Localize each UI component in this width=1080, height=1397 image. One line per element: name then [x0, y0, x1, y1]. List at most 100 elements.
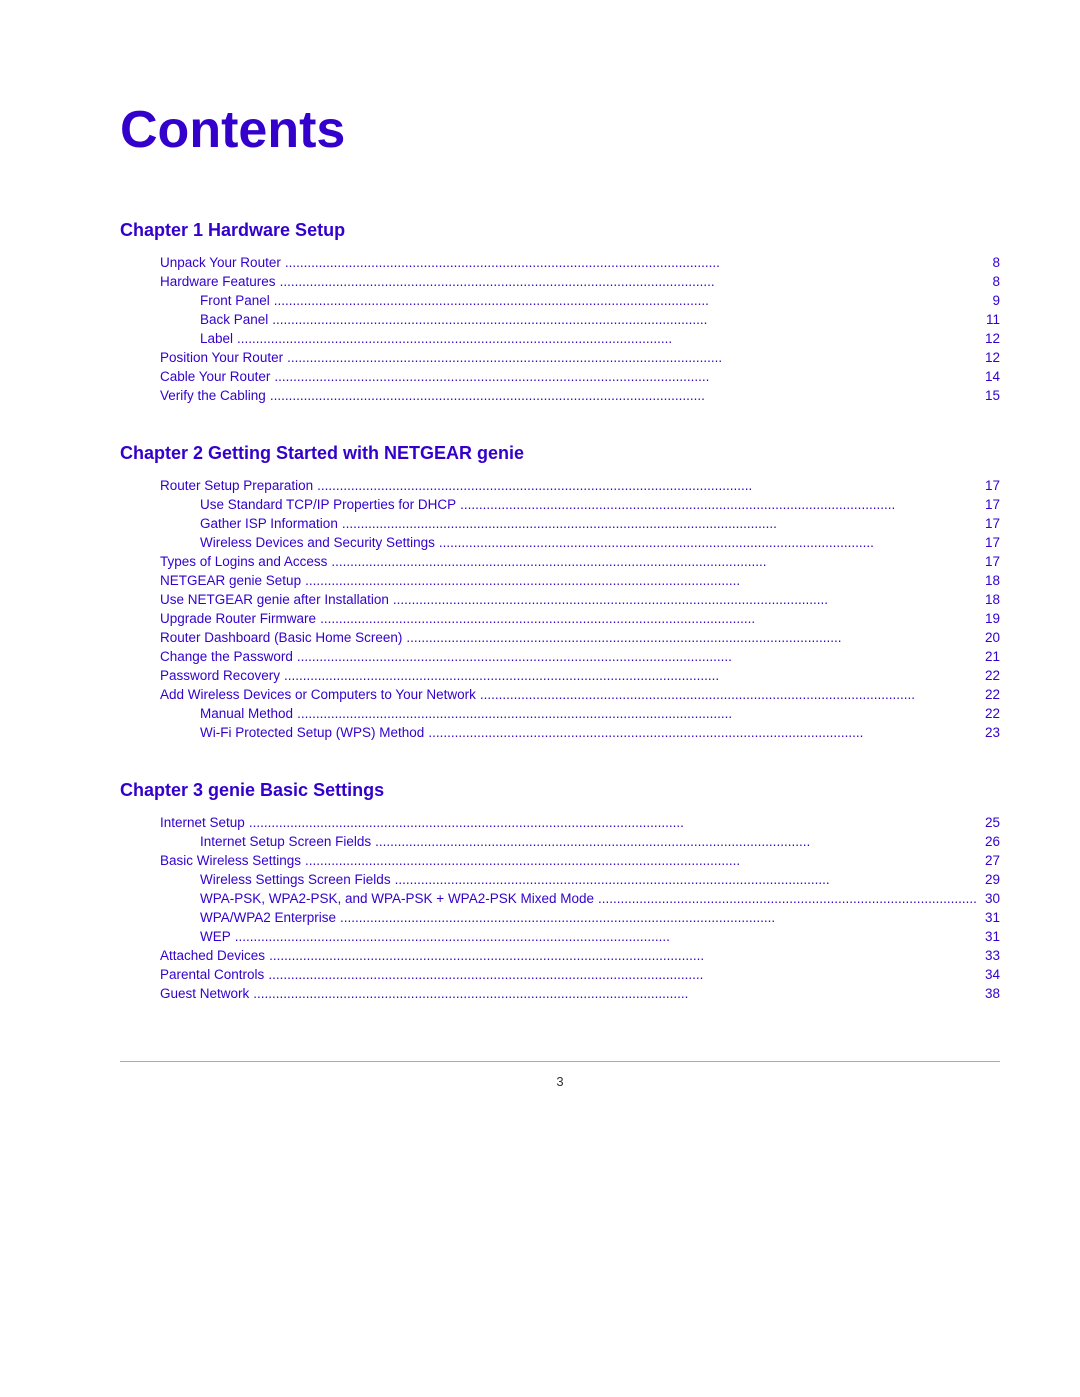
toc-entry-page: 15	[980, 388, 1000, 403]
toc-entry[interactable]: Front Panel ............................…	[120, 293, 1000, 308]
toc-entry-title: Internet Setup Screen Fields	[200, 834, 371, 849]
chapter2-section: Chapter 2 Getting Started with NETGEAR g…	[120, 443, 1000, 740]
toc-entry-dots: ........................................…	[406, 630, 976, 645]
toc-entry-title: Attached Devices	[160, 948, 265, 963]
toc-entry-dots: ........................................…	[317, 478, 976, 493]
toc-entry[interactable]: Router Setup Preparation ...............…	[120, 478, 1000, 493]
toc-entry-dots: ........................................…	[268, 967, 976, 982]
toc-container: Chapter 1 Hardware Setup Unpack Your Rout…	[120, 220, 1000, 1001]
toc-entry[interactable]: Manual Method ..........................…	[120, 706, 1000, 721]
toc-entry[interactable]: WEP ....................................…	[120, 929, 1000, 944]
toc-entry-title: Wireless Devices and Security Settings	[200, 535, 435, 550]
toc-entry-dots: ........................................…	[305, 853, 976, 868]
toc-entry[interactable]: WPA/WPA2 Enterprise ....................…	[120, 910, 1000, 925]
page-number: 3	[120, 1074, 1000, 1089]
toc-entry[interactable]: Label ..................................…	[120, 331, 1000, 346]
toc-entry-page: 33	[980, 948, 1000, 963]
toc-entry-dots: ........................................…	[342, 516, 976, 531]
toc-entry-title: Position Your Router	[160, 350, 283, 365]
toc-entry-dots: ........................................…	[439, 535, 976, 550]
toc-entry-title: Verify the Cabling	[160, 388, 266, 403]
toc-entry-title: Back Panel	[200, 312, 268, 327]
toc-entry-page: 8	[980, 255, 1000, 270]
toc-entry[interactable]: NETGEAR genie Setup ....................…	[120, 573, 1000, 588]
toc-entry-title: Router Dashboard (Basic Home Screen)	[160, 630, 402, 645]
toc-entry-page: 9	[980, 293, 1000, 308]
toc-entry[interactable]: Change the Password ....................…	[120, 649, 1000, 664]
toc-entry-title: Wireless Settings Screen Fields	[200, 872, 391, 887]
toc-entry[interactable]: Verify the Cabling .....................…	[120, 388, 1000, 403]
toc-entry[interactable]: Gather ISP Information .................…	[120, 516, 1000, 531]
toc-entry[interactable]: Wireless Devices and Security Settings .…	[120, 535, 1000, 550]
toc-entry-title: WPA/WPA2 Enterprise	[200, 910, 336, 925]
toc-entry-page: 11	[980, 312, 1000, 327]
toc-entry-page: 22	[980, 687, 1000, 702]
toc-entry[interactable]: Password Recovery ......................…	[120, 668, 1000, 683]
toc-entry[interactable]: Hardware Features ......................…	[120, 274, 1000, 289]
toc-entry-page: 8	[980, 274, 1000, 289]
toc-entry-dots: ........................................…	[320, 611, 976, 626]
toc-entry-dots: ........................................…	[284, 668, 976, 683]
toc-entry-title: Add Wireless Devices or Computers to You…	[160, 687, 476, 702]
toc-entry-page: 18	[980, 592, 1000, 607]
toc-entry[interactable]: Internet Setup .........................…	[120, 815, 1000, 830]
toc-entry-title: Password Recovery	[160, 668, 280, 683]
toc-entry-page: 25	[980, 815, 1000, 830]
toc-entry-page: 22	[980, 706, 1000, 721]
toc-entry-dots: ........................................…	[269, 948, 976, 963]
toc-entry-page: 17	[980, 516, 1000, 531]
toc-entry-dots: ........................................…	[274, 293, 976, 308]
toc-entry-title: WPA-PSK, WPA2-PSK, and WPA-PSK + WPA2-PS…	[200, 891, 594, 906]
toc-entry-title: Label	[200, 331, 233, 346]
chapter3-section: Chapter 3 genie Basic SettingsInternet S…	[120, 780, 1000, 1001]
toc-entry-dots: ........................................…	[428, 725, 976, 740]
toc-entry[interactable]: Types of Logins and Access .............…	[120, 554, 1000, 569]
toc-entry-page: 20	[980, 630, 1000, 645]
toc-entry-title: Upgrade Router Firmware	[160, 611, 316, 626]
page-divider	[120, 1061, 1000, 1062]
toc-entry[interactable]: Basic Wireless Settings ................…	[120, 853, 1000, 868]
toc-entry-title: Wi-Fi Protected Setup (WPS) Method	[200, 725, 424, 740]
toc-entry-page: 17	[980, 478, 1000, 493]
toc-entry-page: 30	[980, 891, 1000, 906]
chapter1-heading: Chapter 1 Hardware Setup	[120, 220, 1000, 241]
toc-entry[interactable]: Use Standard TCP/IP Properties for DHCP …	[120, 497, 1000, 512]
toc-entry-title: Parental Controls	[160, 967, 264, 982]
toc-entry[interactable]: Guest Network ..........................…	[120, 986, 1000, 1001]
toc-entry[interactable]: Cable Your Router ......................…	[120, 369, 1000, 384]
toc-entry-title: Manual Method	[200, 706, 293, 721]
toc-entry-dots: ........................................…	[375, 834, 976, 849]
toc-entry-title: Internet Setup	[160, 815, 245, 830]
toc-entry-page: 17	[980, 535, 1000, 550]
toc-entry-title: NETGEAR genie Setup	[160, 573, 301, 588]
toc-entry-dots: ........................................…	[297, 649, 976, 664]
toc-entry[interactable]: WPA-PSK, WPA2-PSK, and WPA-PSK + WPA2-PS…	[120, 891, 1000, 906]
toc-entry[interactable]: Use NETGEAR genie after Installation ...…	[120, 592, 1000, 607]
toc-entry[interactable]: Back Panel .............................…	[120, 312, 1000, 327]
toc-entry[interactable]: Router Dashboard (Basic Home Screen) ...…	[120, 630, 1000, 645]
toc-entry-title: Router Setup Preparation	[160, 478, 313, 493]
toc-entry-page: 23	[980, 725, 1000, 740]
toc-entry-page: 21	[980, 649, 1000, 664]
toc-entry[interactable]: Parental Controls ......................…	[120, 967, 1000, 982]
toc-entry[interactable]: Position Your Router ...................…	[120, 350, 1000, 365]
toc-entry-dots: ........................................…	[272, 312, 976, 327]
toc-entry-page: 26	[980, 834, 1000, 849]
toc-entry[interactable]: Attached Devices .......................…	[120, 948, 1000, 963]
toc-entry-title: Use Standard TCP/IP Properties for DHCP	[200, 497, 456, 512]
toc-entry[interactable]: Wi-Fi Protected Setup (WPS) Method .....…	[120, 725, 1000, 740]
toc-entry[interactable]: Unpack Your Router .....................…	[120, 255, 1000, 270]
toc-entry-page: 17	[980, 497, 1000, 512]
toc-entry-page: 14	[980, 369, 1000, 384]
toc-entry-dots: ........................................…	[395, 872, 976, 887]
toc-entry-page: 34	[980, 967, 1000, 982]
toc-entry-page: 27	[980, 853, 1000, 868]
toc-entry[interactable]: Add Wireless Devices or Computers to You…	[120, 687, 1000, 702]
toc-entry[interactable]: Internet Setup Screen Fields ...........…	[120, 834, 1000, 849]
toc-entry-page: 22	[980, 668, 1000, 683]
toc-entry-dots: ........................................…	[331, 554, 976, 569]
toc-entry-page: 17	[980, 554, 1000, 569]
toc-entry[interactable]: Upgrade Router Firmware ................…	[120, 611, 1000, 626]
toc-entry[interactable]: Wireless Settings Screen Fields ........…	[120, 872, 1000, 887]
toc-entry-page: 31	[980, 910, 1000, 925]
